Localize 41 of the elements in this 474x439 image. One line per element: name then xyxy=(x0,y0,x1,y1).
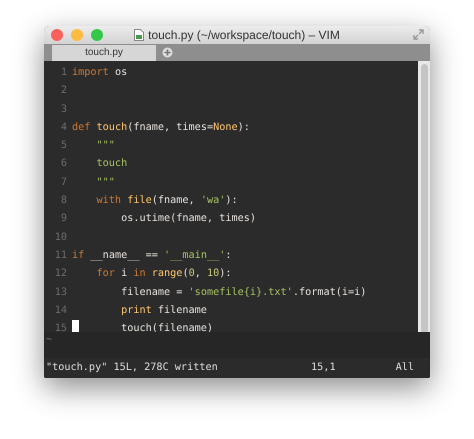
scroll-position: All xyxy=(396,361,414,376)
line-number: 15 xyxy=(54,322,68,336)
line-number: 5 xyxy=(60,139,68,154)
code-line: touch xyxy=(96,157,128,172)
tab[interactable]: touch.py xyxy=(52,45,156,61)
scrollbar[interactable] xyxy=(418,61,430,332)
line-number: 3 xyxy=(60,102,68,117)
status-message: "touch.py" 15L, 278C written xyxy=(46,361,218,376)
code-line: touch(filename) xyxy=(120,322,214,336)
close-button[interactable] xyxy=(51,29,63,41)
zoom-button[interactable] xyxy=(91,29,103,41)
line-number: 14 xyxy=(54,304,68,318)
line-number: 6 xyxy=(60,157,68,172)
code-line: def touch(fname, times=None): xyxy=(72,120,250,135)
fullscreen-icon[interactable] xyxy=(413,29,424,40)
line-number: 2 xyxy=(60,84,68,98)
code-line: import os xyxy=(72,66,128,80)
line-number: 1 xyxy=(60,66,68,80)
file-icon xyxy=(134,29,144,41)
cursor-position: 15,1 xyxy=(311,361,336,376)
line-number: 8 xyxy=(60,194,68,208)
line-number: 13 xyxy=(54,286,68,300)
line-number: 4 xyxy=(60,120,68,135)
code-line: print filename xyxy=(120,304,207,318)
empty-line-marker: ~ xyxy=(46,334,52,345)
code-line: with file(fname, 'wa'): xyxy=(96,194,238,208)
code-line: filename = 'somefile{i}.txt'.format(i=i) xyxy=(120,286,366,300)
code-line: """ xyxy=(96,176,115,190)
scrollbar-thumb[interactable] xyxy=(420,64,428,334)
line-number: 12 xyxy=(54,267,68,282)
code-line: if __name__ == '__main__': xyxy=(72,248,232,263)
line-number: 10 xyxy=(54,230,68,245)
new-tab-icon[interactable] xyxy=(162,47,173,58)
code-line: """ xyxy=(96,139,115,154)
window-title: touch.py (~/workspace/touch) – VIM xyxy=(148,27,340,44)
minimize-button[interactable] xyxy=(71,29,83,41)
line-number: 11 xyxy=(54,248,68,263)
code-line: os.utime(fname, times) xyxy=(120,212,256,226)
line-number: 7 xyxy=(60,176,68,190)
code-line: for i in range(0, 10): xyxy=(96,267,232,282)
line-number: 9 xyxy=(60,212,68,226)
